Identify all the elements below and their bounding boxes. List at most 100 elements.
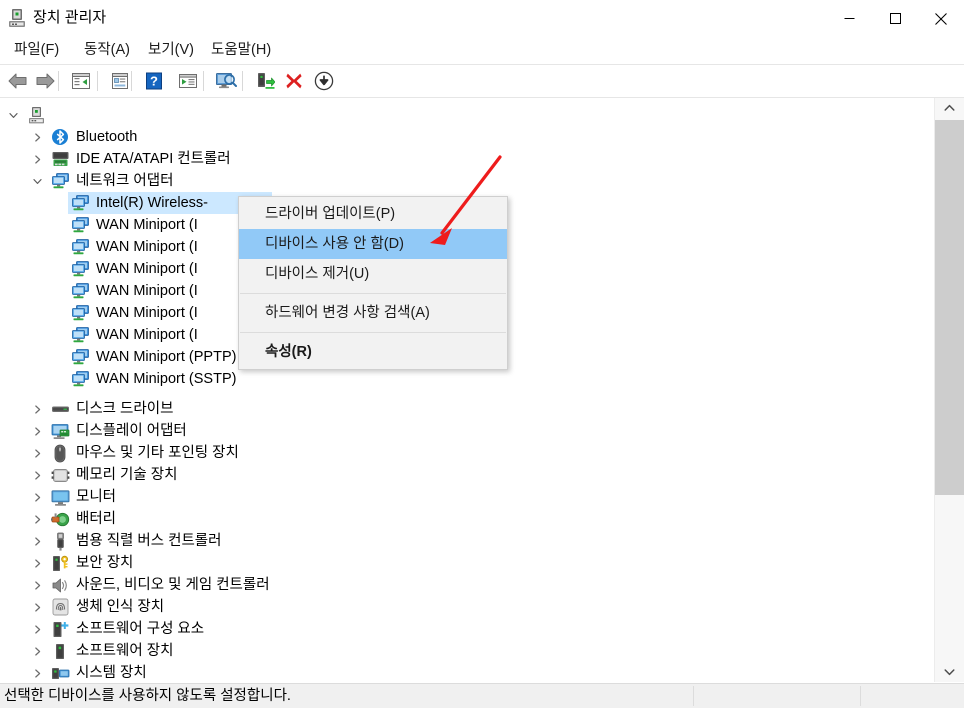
tree-item-sound-video-game[interactable]: 사운드, 비디오 및 게임 컨트롤러 bbox=[0, 574, 934, 596]
chevron-right-icon[interactable] bbox=[30, 618, 44, 640]
disable-device-button[interactable] bbox=[310, 67, 338, 95]
tree-item-label: WAN Miniport (SSTP) bbox=[96, 371, 237, 387]
tree-item-label: 보안 장치 bbox=[76, 555, 134, 571]
tree-item-label: WAN Miniport (I bbox=[96, 217, 198, 233]
chevron-right-icon[interactable] bbox=[30, 596, 44, 618]
software-component-icon bbox=[50, 618, 70, 640]
disk-drive-icon bbox=[50, 398, 70, 420]
scroll-down-button[interactable] bbox=[935, 662, 964, 682]
vertical-scrollbar[interactable] bbox=[934, 98, 964, 682]
tree-item-network-adapters[interactable]: 네트워크 어댑터 bbox=[0, 170, 934, 192]
menu-file[interactable]: 파일(F) bbox=[8, 40, 65, 61]
tree-item-biometric[interactable]: 생체 인식 장치 bbox=[0, 596, 934, 618]
ctx-scan-hardware-changes[interactable]: 하드웨어 변경 사항 검색(A) bbox=[239, 298, 507, 328]
scroll-up-button[interactable] bbox=[935, 98, 964, 118]
chevron-right-icon[interactable] bbox=[30, 464, 44, 486]
tree-item-label: WAN Miniport (I bbox=[96, 305, 198, 321]
status-divider bbox=[693, 686, 694, 706]
close-button[interactable] bbox=[918, 0, 964, 37]
chevron-right-icon[interactable] bbox=[30, 148, 44, 170]
help-button[interactable]: ? bbox=[140, 67, 168, 95]
chevron-right-icon[interactable] bbox=[30, 508, 44, 530]
chevron-right-icon[interactable] bbox=[30, 640, 44, 662]
scan-hardware-changes-button[interactable] bbox=[212, 67, 240, 95]
tree-item-security-devices[interactable]: 보안 장치 bbox=[0, 552, 934, 574]
chevron-right-icon[interactable] bbox=[30, 126, 44, 148]
tree-item-disk-drives[interactable]: 디스크 드라이브 bbox=[0, 398, 934, 420]
tree-item-label: 사운드, 비디오 및 게임 컨트롤러 bbox=[76, 577, 270, 593]
tree-item-label: WAN Miniport (I bbox=[96, 261, 198, 277]
tree-item-mice[interactable]: 마우스 및 기타 포인팅 장치 bbox=[0, 442, 934, 464]
forward-button[interactable] bbox=[31, 67, 59, 95]
tree-item-bluetooth[interactable]: Bluetooth bbox=[0, 126, 934, 148]
uninstall-device-button[interactable] bbox=[280, 67, 308, 95]
tree-item-display-adapters[interactable]: 디스플레이 어댑터 bbox=[0, 420, 934, 442]
ctx-disable-device[interactable]: 디바이스 사용 안 함(D) bbox=[239, 229, 507, 259]
tree-item-label: 메모리 기술 장치 bbox=[76, 467, 178, 483]
tree-item-batteries[interactable]: 배터리 bbox=[0, 508, 934, 530]
computer-root-icon bbox=[26, 104, 46, 126]
chevron-right-icon[interactable] bbox=[30, 442, 44, 464]
chevron-right-icon[interactable] bbox=[30, 486, 44, 508]
menu-help[interactable]: 도움말(H) bbox=[205, 40, 277, 61]
software-device-icon bbox=[50, 640, 70, 662]
chevron-right-icon[interactable] bbox=[30, 662, 44, 682]
toolbar-separator bbox=[58, 71, 59, 91]
minimize-button[interactable] bbox=[826, 0, 872, 37]
window-title: 장치 관리자 bbox=[33, 9, 107, 26]
ctx-uninstall-device[interactable]: 디바이스 제거(U) bbox=[239, 259, 507, 289]
device-tree[interactable]: Bluetooth IDE ATA/ATAPI 컨트롤러 네트워크 어댑터 In… bbox=[0, 98, 934, 682]
scrollbar-thumb[interactable] bbox=[935, 120, 964, 495]
tree-item-wan-miniport-sstp[interactable]: WAN Miniport (SSTP) bbox=[0, 368, 934, 390]
back-button[interactable] bbox=[4, 67, 32, 95]
tree-item-label: 네트워크 어댑터 bbox=[76, 173, 174, 189]
properties-button[interactable] bbox=[106, 67, 134, 95]
chevron-right-icon[interactable] bbox=[30, 530, 44, 552]
context-menu-separator bbox=[240, 293, 506, 294]
show-hide-console-tree-button[interactable] bbox=[67, 67, 95, 95]
context-menu[interactable]: 드라이버 업데이트(P) 디바이스 사용 안 함(D) 디바이스 제거(U) 하… bbox=[238, 196, 508, 370]
window-controls bbox=[826, 0, 964, 37]
network-adapter-icon bbox=[70, 302, 90, 324]
chevron-right-icon[interactable] bbox=[30, 574, 44, 596]
tree-item-ide-ata-atapi[interactable]: IDE ATA/ATAPI 컨트롤러 bbox=[0, 148, 934, 170]
network-adapter-icon bbox=[70, 192, 90, 214]
tree-item-label: 디스플레이 어댑터 bbox=[76, 423, 187, 439]
network-adapter-icon bbox=[70, 280, 90, 302]
maximize-button[interactable] bbox=[872, 0, 918, 37]
tree-item-label: WAN Miniport (PPTP) bbox=[96, 349, 237, 365]
chevron-right-icon[interactable] bbox=[30, 398, 44, 420]
chevron-right-icon[interactable] bbox=[30, 552, 44, 574]
display-adapter-icon bbox=[50, 420, 70, 442]
tree-item-memory-technology[interactable]: 메모리 기술 장치 bbox=[0, 464, 934, 486]
network-adapter-icon bbox=[70, 324, 90, 346]
device-manager-window: 장치 관리자 파일(F) 동작(A) 보기(V) 도움말(H) ? Blueto… bbox=[0, 0, 964, 708]
tree-item-software-devices[interactable]: 소프트웨어 장치 bbox=[0, 640, 934, 662]
tree-item-label: 소프트웨어 구성 요소 bbox=[76, 621, 205, 637]
network-adapter-icon bbox=[70, 346, 90, 368]
tree-item-label: 마우스 및 기타 포인팅 장치 bbox=[76, 445, 239, 461]
tree-item-system-devices[interactable]: 시스템 장치 bbox=[0, 662, 934, 682]
update-driver-button[interactable] bbox=[251, 67, 279, 95]
chevron-down-icon[interactable] bbox=[6, 104, 20, 126]
tree-item-label: 범용 직렬 버스 컨트롤러 bbox=[76, 533, 222, 549]
sound-speaker-icon bbox=[50, 574, 70, 596]
menu-view[interactable]: 보기(V) bbox=[142, 40, 200, 61]
ctx-properties[interactable]: 속성(R) bbox=[239, 337, 507, 367]
chevron-right-icon[interactable] bbox=[30, 420, 44, 442]
menu-action[interactable]: 동작(A) bbox=[78, 40, 136, 61]
show-hide-action-pane-button[interactable] bbox=[174, 67, 202, 95]
tree-root[interactable] bbox=[0, 104, 934, 126]
status-divider bbox=[860, 686, 861, 706]
tree-item-monitors[interactable]: 모니터 bbox=[0, 486, 934, 508]
tree-item-label: 디스크 드라이브 bbox=[76, 401, 174, 417]
security-device-icon bbox=[50, 552, 70, 574]
title-bar: 장치 관리자 bbox=[0, 0, 964, 37]
battery-icon bbox=[50, 508, 70, 530]
network-adapter-icon bbox=[50, 170, 70, 192]
chevron-down-icon[interactable] bbox=[30, 170, 44, 192]
tree-item-usb-controllers[interactable]: 범용 직렬 버스 컨트롤러 bbox=[0, 530, 934, 552]
network-adapter-icon bbox=[70, 258, 90, 280]
tree-item-software-components[interactable]: 소프트웨어 구성 요소 bbox=[0, 618, 934, 640]
ctx-update-driver[interactable]: 드라이버 업데이트(P) bbox=[239, 199, 507, 229]
